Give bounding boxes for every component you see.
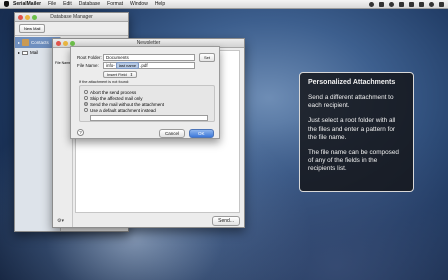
ok-button[interactable]: OK bbox=[189, 129, 214, 138]
insert-field-row: Insert Field ⇕ bbox=[103, 71, 138, 78]
set-button[interactable]: Set bbox=[199, 53, 216, 62]
gear-icon[interactable]: ⚙▾ bbox=[57, 218, 64, 224]
menu-window[interactable]: Window bbox=[130, 1, 148, 7]
volume-icon[interactable] bbox=[399, 1, 404, 7]
time-machine-icon[interactable] bbox=[369, 1, 374, 7]
sheet-buttons: Cancel OK bbox=[159, 129, 214, 138]
radio-button[interactable] bbox=[84, 90, 88, 94]
insert-field-popup[interactable]: Insert Field ⇕ bbox=[103, 71, 138, 78]
menu-app[interactable]: SerialMailer bbox=[13, 1, 41, 7]
spotlight-search-icon[interactable] bbox=[429, 1, 434, 7]
db-item-label: Mail bbox=[30, 50, 39, 55]
status-icons bbox=[369, 1, 444, 7]
file-name-label: File Name: bbox=[77, 63, 99, 68]
file-name-row: File Name: info- last name .pdf bbox=[77, 62, 195, 69]
cancel-button[interactable]: Cancel bbox=[159, 129, 186, 138]
address-book-icon bbox=[22, 39, 30, 46]
db-item-label: Contacts bbox=[31, 40, 49, 45]
chevron-updown-icon: ⇕ bbox=[129, 72, 134, 77]
menu-file[interactable]: File bbox=[48, 1, 56, 7]
attachment-sheet: Root Folder: Documents Set File Name: in… bbox=[70, 46, 220, 139]
db-titlebar[interactable]: Database Manager bbox=[15, 13, 128, 22]
disclosure-triangle-icon[interactable]: ▸ bbox=[18, 50, 20, 55]
bluetooth-icon[interactable] bbox=[379, 1, 384, 7]
file-name-prefix: info- bbox=[106, 63, 115, 68]
battery-icon[interactable] bbox=[409, 1, 414, 7]
wifi-icon[interactable] bbox=[389, 1, 394, 7]
not-found-options-group: Abort the send process Skip the affected… bbox=[79, 85, 215, 122]
radio-button-selected[interactable] bbox=[84, 102, 88, 106]
default-attachment-field[interactable] bbox=[90, 115, 208, 121]
menu-database[interactable]: Database bbox=[79, 1, 100, 7]
option-label: Use a default attachment instead bbox=[90, 107, 156, 113]
db-window-title: Database Manager bbox=[50, 14, 93, 20]
info-paragraph: The file name can be composed of any of … bbox=[308, 149, 399, 173]
help-row: ? bbox=[77, 129, 84, 136]
option-label: Send the mail without the attachment bbox=[90, 101, 165, 107]
user-icon[interactable] bbox=[419, 1, 424, 7]
field-token[interactable]: last name bbox=[115, 62, 140, 69]
info-paragraph: Send a different attachment to each reci… bbox=[308, 94, 394, 110]
help-button[interactable]: ? bbox=[77, 129, 84, 136]
option-default-attachment[interactable]: Use a default attachment instead bbox=[84, 107, 214, 113]
file-name-suffix: .pdf bbox=[140, 63, 148, 68]
insert-field-label: Insert Field bbox=[107, 72, 127, 77]
apple-menu-icon[interactable] bbox=[4, 1, 9, 7]
option-label: Abort the send process bbox=[90, 89, 137, 95]
menu-edit[interactable]: Edit bbox=[63, 1, 72, 7]
info-paragraph: Just select a root folder with all the f… bbox=[308, 117, 396, 141]
mail-icon bbox=[22, 50, 29, 55]
disclosure-triangle-icon[interactable]: ▸ bbox=[18, 40, 20, 45]
option-label: Skip the affected mail only bbox=[90, 95, 143, 101]
root-folder-label: Root Folder: bbox=[77, 55, 102, 60]
notification-center-icon[interactable] bbox=[439, 1, 444, 7]
db-toolbar: New Mail bbox=[15, 22, 128, 36]
menu-format[interactable]: Format bbox=[107, 1, 123, 7]
send-button[interactable]: Send... bbox=[212, 215, 240, 226]
new-mail-button[interactable]: New Mail bbox=[19, 24, 46, 33]
radio-button[interactable] bbox=[84, 108, 88, 112]
info-title: Personalized Attachments bbox=[308, 79, 396, 86]
feature-info-panel: Personalized Attachments Send a differen… bbox=[299, 72, 414, 192]
newsletter-bottom-bar: ⚙▾ Send... bbox=[53, 214, 244, 227]
radio-button[interactable] bbox=[84, 96, 88, 100]
file-name-field[interactable]: info- last name .pdf bbox=[103, 62, 195, 69]
not-found-label: If the attachment is not found: bbox=[79, 80, 130, 84]
menu-help[interactable]: Help bbox=[155, 1, 165, 7]
root-folder-field[interactable]: Documents bbox=[103, 54, 195, 61]
menu-bar: SerialMailer File Edit Database Format W… bbox=[0, 0, 448, 9]
root-folder-row: Root Folder: Documents Set bbox=[77, 53, 216, 62]
